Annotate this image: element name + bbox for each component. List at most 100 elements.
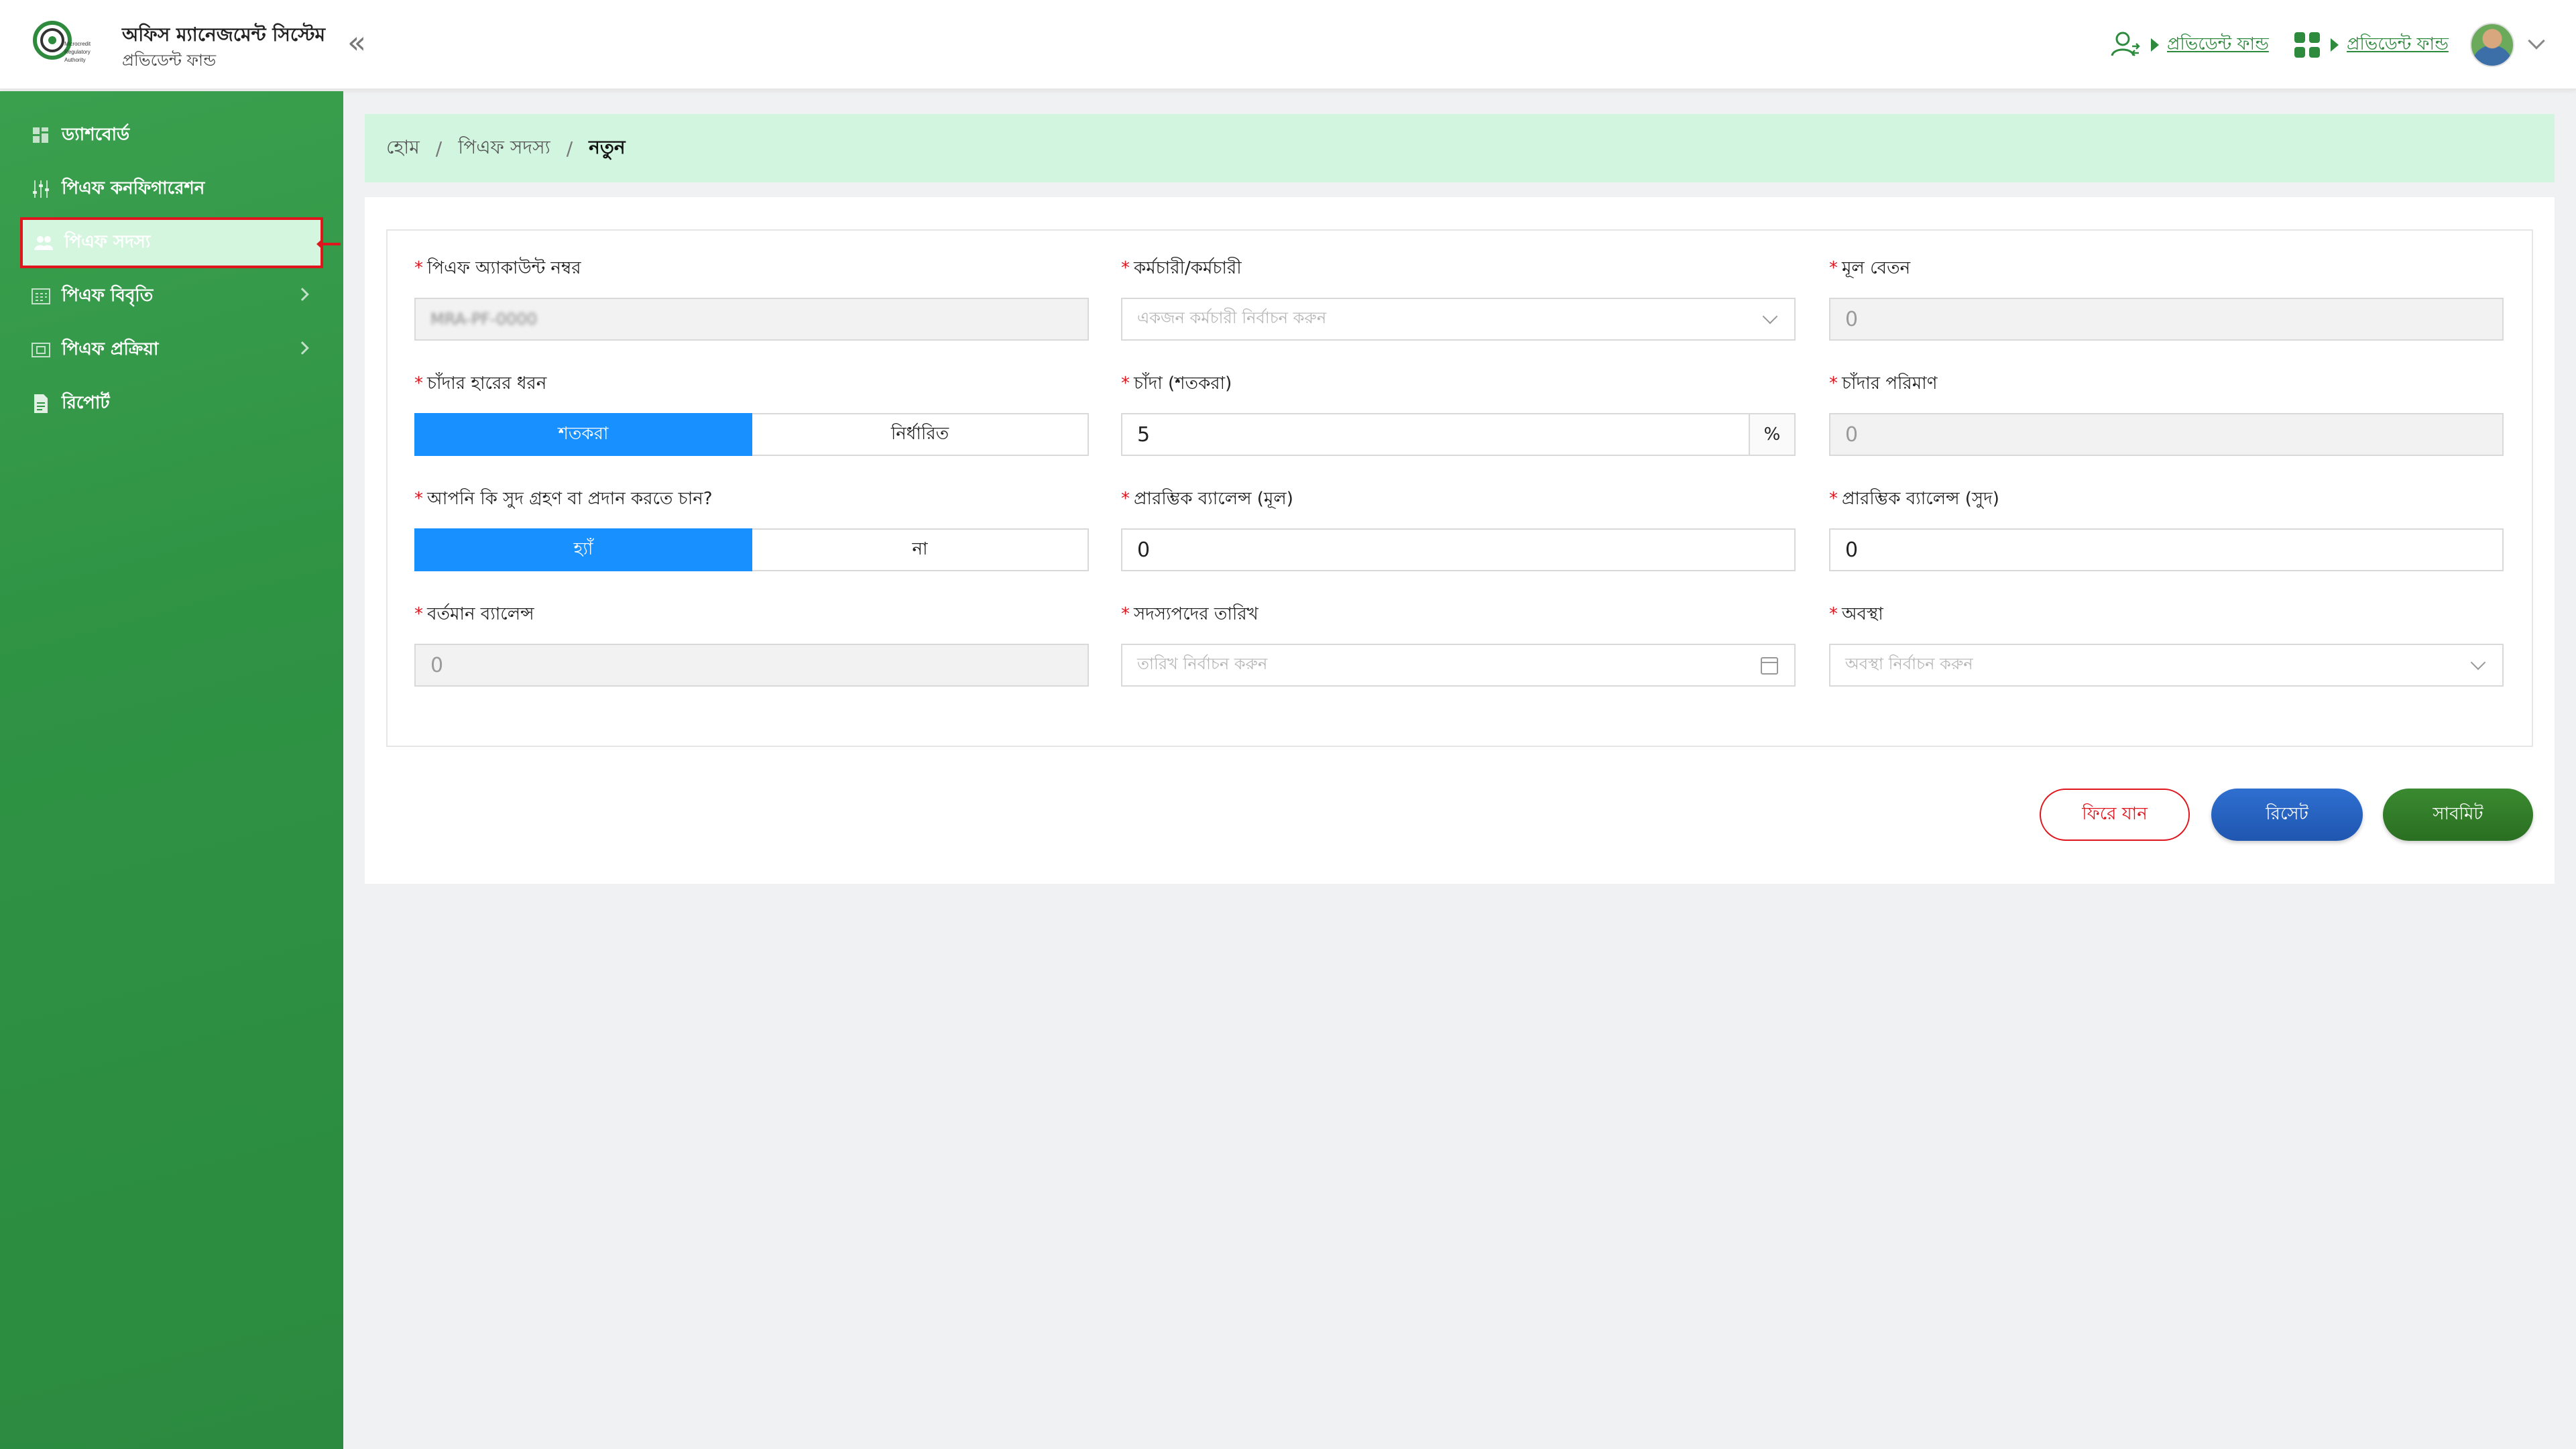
contribution-percent-value: 5 (1137, 422, 1151, 447)
field-basic-salary: * মূল বেতন 0 (1829, 255, 2504, 341)
interest-yes-option[interactable]: হ্যাঁ (414, 528, 752, 571)
header-app-switch[interactable]: প্রভিডেন্ট ফান্ড (2293, 23, 2449, 67)
report-icon (31, 394, 51, 414)
top-header: Microcredit Regulatory Authority অফিস ম্… (0, 0, 2576, 90)
field-status: * অবস্থা অবস্থা নির্বাচন করুন (1829, 601, 2504, 687)
svg-text:Authority: Authority (64, 57, 86, 63)
breadcrumb-pf-members[interactable]: পিএফ সদস্য (458, 133, 550, 164)
field-opening-interest: * প্রারম্ভিক ব্যালেন্স (সুদ) 0 (1829, 485, 2504, 571)
sidebar-item-label: পিএফ সদস্য (64, 232, 151, 252)
percent-suffix: % (1749, 414, 1794, 455)
opening-principal-input[interactable]: 0 (1121, 528, 1796, 571)
chevron-down-icon (2470, 654, 2486, 671)
contribution-percent-input[interactable]: 5% (1121, 413, 1796, 456)
sidebar-item-dashboard[interactable]: ড্যাশবোর্ড (20, 110, 323, 161)
breadcrumb-home[interactable]: হোম (386, 133, 420, 164)
user-avatar[interactable] (2470, 23, 2514, 67)
chevron-right-icon (296, 341, 309, 355)
required-mark: * (414, 489, 423, 509)
basic-salary-label: মূল বেতন (1842, 258, 1911, 278)
employee-placeholder: একজন কর্মচারী নির্বাচন করুন (1137, 308, 1327, 327)
field-contribution-amount: * চাঁদার পরিমাণ 0 (1829, 370, 2504, 456)
field-interest: * আপনি কি সুদ গ্রহণ বা প্রদান করতে চান? হ… (414, 485, 1089, 571)
interest-no-option[interactable]: না (752, 528, 1089, 571)
submit-button[interactable]: সাবমিট (2383, 789, 2533, 841)
required-mark: * (1121, 258, 1130, 278)
interest-toggle: হ্যাঁ না (414, 528, 1089, 571)
svg-text:Microcredit: Microcredit (64, 41, 91, 47)
employee-label: কর্মচারী/কর্মচারী (1134, 258, 1242, 278)
pf-account-number-label: পিএফ অ্যাকাউন্ট নম্বর (427, 258, 581, 278)
statement-icon (31, 286, 51, 306)
header-link-provident-fund-1[interactable]: প্রভিডেন্ট ফান্ড (2167, 30, 2269, 60)
sidebar-item-pf-members[interactable]: পিএফ সদস্য (20, 217, 323, 268)
sidebar-item-pf-configuration[interactable]: পিএফ কনফিগারেশন (20, 164, 323, 215)
sidebar-item-label: পিএফ প্রক্রিয়া (62, 339, 159, 359)
form-fields-panel: * পিএফ অ্যাকাউন্ট নম্বর MRA-PF-0000 * কর্ম… (386, 229, 2533, 747)
membership-date-picker[interactable]: তারিখ নির্বাচন করুন (1121, 644, 1796, 687)
calendar-icon[interactable] (1761, 657, 1778, 675)
sidebar-item-report[interactable]: রিপোর্ট (20, 378, 323, 429)
chevron-right-icon (296, 288, 309, 301)
required-mark: * (414, 604, 423, 624)
user-switch-icon (2111, 32, 2140, 56)
contribution-percent-label: চাঁদা (শতকরা) (1134, 373, 1232, 394)
pf-account-number-value: MRA-PF-0000 (430, 310, 537, 329)
collapse-sidebar-icon[interactable]: « (347, 27, 366, 58)
membership-date-placeholder: তারিখ নির্বাচন করুন (1137, 654, 1268, 673)
current-balance-value: 0 (430, 653, 444, 677)
sidebar-item-label: পিএফ বিবৃতি (62, 286, 154, 306)
chevron-down-icon[interactable] (2528, 32, 2545, 50)
status-select[interactable]: অবস্থা নির্বাচন করুন (1829, 644, 2504, 687)
config-sliders-icon (31, 179, 51, 199)
opening-principal-value: 0 (1137, 538, 1151, 562)
mra-logo: Microcredit Regulatory Authority (33, 21, 91, 63)
field-current-balance: * বর্তমান ব্যালেন্স 0 (414, 601, 1089, 687)
contribution-type-percent-option[interactable]: শতকরা (414, 413, 752, 456)
membership-date-label: সদস্যপদের তারিখ (1134, 604, 1258, 624)
contribution-amount-value: 0 (1845, 422, 1859, 447)
sidebar-item-pf-statement[interactable]: পিএফ বিবৃতি (20, 271, 323, 322)
opening-interest-value: 0 (1845, 538, 1859, 562)
opening-interest-label: প্রারম্ভিক ব্যালেন্স (সুদ) (1842, 489, 1999, 509)
field-employee: * কর্মচারী/কর্মচারী একজন কর্মচারী নির্বাচ… (1121, 255, 1796, 341)
field-opening-principal: * প্রারম্ভিক ব্যালেন্স (মূল) 0 (1121, 485, 1796, 571)
field-membership-date: * সদস্যপদের তারিখ তারিখ নির্বাচন করুন (1121, 601, 1796, 687)
active-item-arrow-icon (316, 238, 341, 250)
contribution-type-label: চাঁদার হারের ধরন (427, 373, 547, 394)
contribution-amount-input: 0 (1829, 413, 2504, 456)
sidebar-item-pf-process[interactable]: পিএফ প্রক্রিয়া (20, 325, 323, 375)
contribution-type-fixed-option[interactable]: নির্ধারিত (752, 413, 1089, 456)
required-mark: * (1829, 604, 1838, 624)
sidebar-item-label: রিপোর্ট (62, 393, 110, 413)
pf-account-number-input: MRA-PF-0000 (414, 298, 1089, 341)
svg-text:Regulatory: Regulatory (64, 49, 91, 55)
field-contribution-percent: * চাঁদা (শতকরা) 5% (1121, 370, 1796, 456)
header-link-provident-fund-2[interactable]: প্রভিডেন্ট ফান্ড (2347, 30, 2449, 60)
breadcrumb: হোম / পিএফ সদস্য / নতুন (365, 114, 2555, 182)
interest-label: আপনি কি সুদ গ্রহণ বা প্রদান করতে চান? (427, 489, 713, 509)
sidebar-item-label: ড্যাশবোর্ড (62, 125, 130, 145)
process-icon (31, 340, 51, 360)
chevron-down-icon (1762, 308, 1778, 325)
status-placeholder: অবস্থা নির্বাচন করুন (1845, 654, 1973, 673)
app-title: অফিস ম্যানেজমেন্ট সিস্টেম (122, 23, 326, 46)
breadcrumb-separator: / (566, 137, 573, 160)
app-subtitle: প্রভিডেন্ট ফান্ড (122, 51, 217, 70)
required-mark: * (1829, 258, 1838, 278)
required-mark: * (1121, 373, 1130, 394)
field-contribution-type: * চাঁদার হারের ধরন শতকরা নির্ধারিত (414, 370, 1089, 456)
header-user-switch[interactable]: প্রভিডেন্ট ফান্ড (2109, 23, 2269, 67)
dashboard-icon (31, 125, 51, 146)
back-button[interactable]: ফিরে যান (2040, 789, 2190, 841)
status-label: অবস্থা (1842, 604, 1883, 624)
opening-interest-input[interactable]: 0 (1829, 528, 2504, 571)
employee-select[interactable]: একজন কর্মচারী নির্বাচন করুন (1121, 298, 1796, 341)
caret-right-icon (2151, 38, 2159, 52)
basic-salary-input: 0 (1829, 298, 2504, 341)
required-mark: * (1121, 489, 1130, 509)
required-mark: * (1121, 604, 1130, 624)
reset-button[interactable]: রিসেট (2211, 789, 2363, 841)
breadcrumb-current: নতুন (589, 135, 626, 158)
form-card: * পিএফ অ্যাকাউন্ট নম্বর MRA-PF-0000 * কর্ম… (365, 197, 2555, 884)
